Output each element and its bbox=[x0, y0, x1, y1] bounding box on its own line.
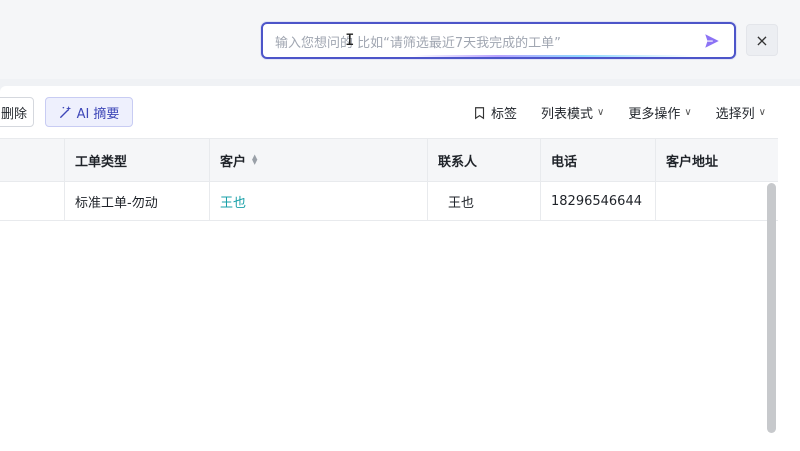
chevron-down-icon: ∨ bbox=[758, 107, 766, 118]
header-contact[interactable]: 联系人 bbox=[427, 139, 540, 181]
list-mode-dropdown[interactable]: 列表模式 ∨ bbox=[541, 103, 604, 122]
close-button[interactable]: × bbox=[746, 24, 778, 56]
tags-button[interactable]: 标签 bbox=[473, 103, 517, 122]
header-customer[interactable]: 客户 ▲ ▼ bbox=[209, 139, 427, 181]
ai-summary-button[interactable]: AI 摘要 bbox=[45, 97, 133, 127]
toolbar-right: 标签 列表模式 ∨ 更多操作 ∨ 选择列 ∨ bbox=[473, 103, 766, 122]
header-customer-address[interactable]: 客户地址 bbox=[655, 139, 778, 181]
table-row[interactable]: 标准工单-勿动 王也 王也 18296546644 bbox=[0, 182, 778, 221]
header-label: 客户地址 bbox=[666, 154, 719, 170]
send-icon bbox=[705, 34, 719, 48]
vertical-scrollbar[interactable] bbox=[767, 183, 776, 433]
magic-wand-icon bbox=[59, 105, 71, 118]
tag-icon bbox=[475, 106, 485, 119]
close-icon: × bbox=[755, 30, 769, 50]
customer-link[interactable]: 王也 bbox=[220, 192, 246, 211]
header-label: 电话 bbox=[551, 154, 578, 170]
table-header-row: 工单类型 客户 ▲ ▼ 联系人 电话 客户地址 bbox=[0, 138, 778, 182]
chevron-down-icon: ∨ bbox=[684, 107, 692, 118]
sort-icon[interactable]: ▲ ▼ bbox=[252, 154, 257, 166]
ai-search-input[interactable]: 输入您想问的 比如“请筛选最近7天我完成的工单” I bbox=[261, 22, 736, 59]
send-button[interactable] bbox=[702, 31, 722, 51]
cell-phone: 18296546644 bbox=[540, 182, 655, 220]
header-phone[interactable]: 电话 bbox=[540, 139, 655, 181]
more-actions-dropdown[interactable]: 更多操作 ∨ bbox=[628, 103, 691, 122]
chevron-down-icon: ∨ bbox=[596, 107, 605, 118]
delete-button[interactable]: 删除 bbox=[0, 97, 34, 127]
tags-label: 标签 bbox=[490, 107, 517, 122]
cell-order-type: 标准工单-勿动 bbox=[64, 182, 209, 220]
select-columns-dropdown[interactable]: 选择列 ∨ bbox=[716, 103, 766, 122]
header-label: 工单类型 bbox=[75, 154, 128, 170]
header-order-type[interactable]: 工单类型 bbox=[64, 139, 209, 181]
text-cursor-icon: I bbox=[345, 30, 355, 49]
select-columns-label: 选择列 bbox=[715, 107, 755, 122]
main-panel: 删除 AI 摘要 标签 列表模式 ∨ 更多操作 ∨ 选择列 ∨ 工单类型 客户 … bbox=[0, 86, 800, 451]
header-label: 联系人 bbox=[438, 154, 478, 170]
top-bar: 输入您想问的 比如“请筛选最近7天我完成的工单” I × bbox=[0, 0, 800, 79]
list-mode-label: 列表模式 bbox=[540, 107, 593, 122]
input-glow-decoration bbox=[413, 55, 694, 57]
ai-summary-label: AI 摘要 bbox=[76, 106, 120, 122]
cell-customer-address bbox=[655, 182, 778, 220]
more-actions-label: 更多操作 bbox=[628, 107, 681, 122]
ai-search-placeholder: 输入您想问的 比如“请筛选最近7天我完成的工单” bbox=[275, 36, 561, 51]
cell-customer: 王也 bbox=[209, 182, 427, 220]
delete-label: 删除 bbox=[0, 106, 27, 122]
header-label: 客户 bbox=[220, 154, 247, 170]
work-order-table: 工单类型 客户 ▲ ▼ 联系人 电话 客户地址 标准工单-勿动 王也 王也 182… bbox=[0, 138, 778, 221]
cell-contact: 王也 bbox=[427, 182, 540, 220]
